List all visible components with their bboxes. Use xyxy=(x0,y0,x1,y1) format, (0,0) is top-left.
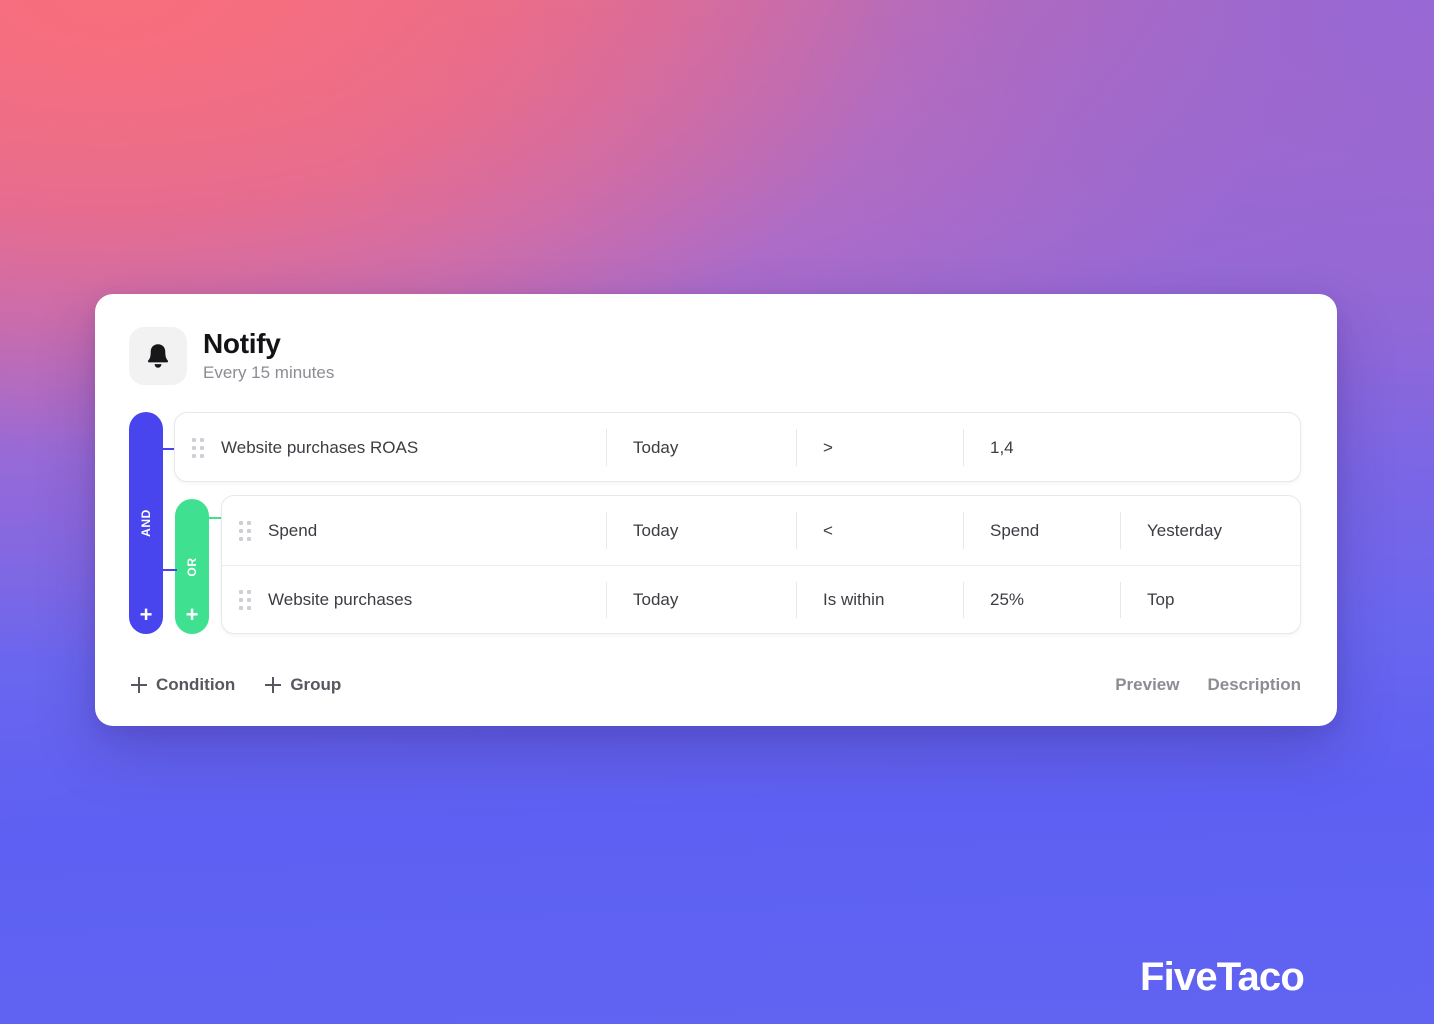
date-range-select[interactable]: Today xyxy=(606,496,796,565)
plus-icon xyxy=(131,677,147,693)
footer-actions-left: Condition Group xyxy=(131,675,341,695)
brand-watermark: FiveTaco xyxy=(1139,955,1305,999)
comparison-metric-select[interactable]: Spend xyxy=(963,496,1120,565)
preview-button[interactable]: Preview xyxy=(1115,675,1179,695)
operator-select[interactable]: Is within xyxy=(796,566,963,634)
rule-builder: AND + OR + Website purchases ROAS Today … xyxy=(95,412,1337,644)
value-input[interactable]: 1,4 xyxy=(963,413,1300,482)
operator-label-or: OR xyxy=(185,556,199,577)
operator-select[interactable]: > xyxy=(796,413,963,482)
operator-bar-and[interactable]: AND + xyxy=(129,412,163,634)
add-to-or-group-button[interactable]: + xyxy=(175,604,209,626)
schedule-subtitle: Every 15 minutes xyxy=(203,362,335,382)
drag-handle-icon[interactable] xyxy=(222,496,268,565)
rank-direction-select[interactable]: Top xyxy=(1120,566,1300,634)
add-condition-button[interactable]: Condition xyxy=(131,675,235,695)
add-group-label: Group xyxy=(290,675,342,694)
threshold-input[interactable]: 25% xyxy=(963,566,1120,634)
add-condition-label: Condition xyxy=(156,675,236,694)
metric-select[interactable]: Website purchases xyxy=(268,566,606,634)
add-to-and-group-button[interactable]: + xyxy=(129,604,163,626)
date-range-select[interactable]: Today xyxy=(606,413,796,482)
bell-icon xyxy=(129,327,187,385)
drag-handle-icon[interactable] xyxy=(175,413,221,482)
operator-select[interactable]: < xyxy=(796,496,963,565)
description-button[interactable]: Description xyxy=(1207,675,1301,695)
plus-icon xyxy=(265,677,282,693)
footer-actions-right: Preview Description xyxy=(1115,675,1301,695)
connector-line xyxy=(161,569,177,571)
card-footer: Condition Group Preview Description xyxy=(95,644,1337,726)
date-range-select[interactable]: Today xyxy=(606,566,796,634)
card-header: Notify Every 15 minutes xyxy=(129,327,334,385)
rule-builder-card: Notify Every 15 minutes AND + OR + Websi… xyxy=(95,294,1337,726)
page-title: Notify xyxy=(203,327,281,359)
condition-row: Website purchases Today Is within 25% To… xyxy=(222,565,1300,634)
condition-row: Website purchases ROAS Today > 1,4 xyxy=(175,413,1300,482)
condition-group-card: Spend Today < Spend Yesterday Website pu… xyxy=(221,495,1301,634)
drag-handle-icon[interactable] xyxy=(222,566,268,634)
condition-card: Website purchases ROAS Today > 1,4 xyxy=(174,412,1301,482)
comparison-range-select[interactable]: Yesterday xyxy=(1120,496,1300,565)
metric-select[interactable]: Website purchases ROAS xyxy=(221,413,606,482)
add-group-button[interactable]: Group xyxy=(265,675,341,695)
operator-bar-or[interactable]: OR + xyxy=(175,499,209,634)
operator-label-and: AND xyxy=(139,509,153,537)
metric-select[interactable]: Spend xyxy=(268,496,606,565)
condition-row: Spend Today < Spend Yesterday xyxy=(222,496,1300,565)
